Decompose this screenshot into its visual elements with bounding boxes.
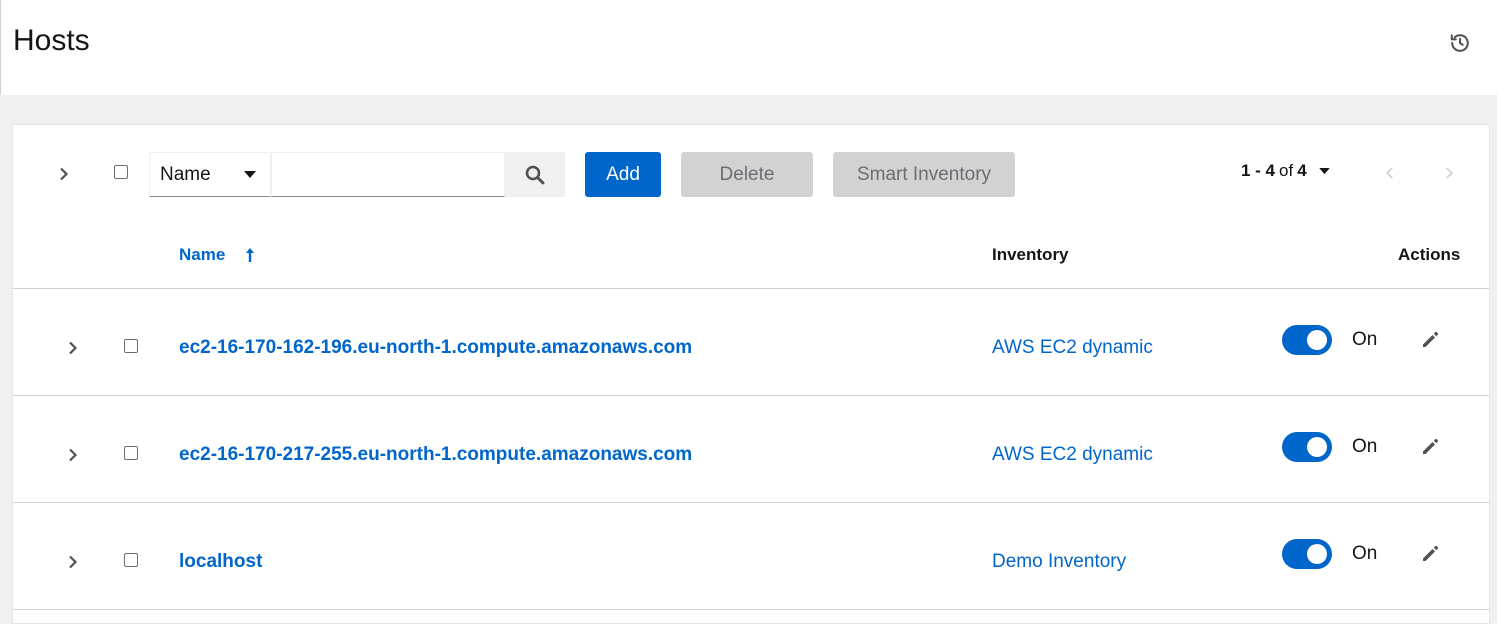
row-divider	[13, 609, 1489, 610]
chevron-left-icon	[1385, 167, 1393, 179]
table-row: ec2-16-170-162-196.eu-north-1.compute.am…	[13, 289, 1489, 395]
inventory-link[interactable]: Demo Inventory	[992, 551, 1126, 573]
toggle-knob	[1307, 437, 1327, 457]
table-row: localhost Demo Inventory On	[13, 503, 1489, 609]
pencil-icon	[1423, 438, 1439, 454]
inventory-link[interactable]: AWS EC2 dynamic	[992, 444, 1153, 466]
select-all-checkbox[interactable]	[114, 165, 128, 179]
pagination-total: 4	[1297, 161, 1307, 180]
toggle-label: On	[1352, 329, 1378, 350]
host-name-link[interactable]: ec2-16-170-162-196.eu-north-1.compute.am…	[179, 337, 692, 359]
caret-down-icon	[244, 171, 256, 178]
filter-field-select[interactable]: Name	[149, 152, 271, 197]
host-enabled-toggle[interactable]	[1282, 325, 1332, 355]
pencil-icon	[1423, 331, 1439, 347]
pencil-icon	[1423, 545, 1439, 561]
row-expand-toggle[interactable]	[63, 337, 83, 359]
pagination-of: of	[1279, 161, 1294, 180]
column-header-inventory: Inventory	[992, 245, 1069, 264]
search-icon	[525, 165, 545, 184]
delete-button[interactable]: Delete	[681, 152, 813, 197]
page-header: Hosts	[0, 0, 1497, 95]
sort-ascending-icon	[246, 248, 255, 262]
previous-page-button[interactable]	[1379, 161, 1399, 185]
chevron-right-icon	[69, 448, 78, 462]
history-icon	[1450, 34, 1469, 52]
host-enabled-toggle[interactable]	[1282, 432, 1332, 462]
expand-all-toggle[interactable]	[53, 163, 75, 185]
pagination-range: 1 - 4	[1241, 161, 1276, 180]
page-title: Hosts	[13, 24, 90, 57]
caret-down-icon	[1318, 167, 1330, 174]
search-button[interactable]	[505, 152, 565, 197]
row-checkbox[interactable]	[124, 553, 138, 567]
row-checkbox[interactable]	[124, 339, 138, 353]
hosts-list-card: Name Add Delete Smart Inventory 1 - 4 of…	[12, 124, 1490, 624]
pagination-menu-toggle[interactable]: 1 - 4 of 4	[1241, 161, 1330, 181]
toggle-label: On	[1352, 436, 1378, 457]
toggle-knob	[1307, 544, 1327, 564]
edit-host-button[interactable]	[1417, 435, 1443, 459]
smart-inventory-button[interactable]: Smart Inventory	[833, 152, 1015, 197]
chevron-right-icon	[1445, 167, 1453, 179]
column-header-actions: Actions	[1398, 245, 1461, 264]
edit-host-button[interactable]	[1417, 328, 1443, 352]
chevron-right-icon	[69, 341, 78, 355]
chevron-right-icon	[60, 167, 69, 181]
host-enabled-toggle[interactable]	[1282, 539, 1332, 569]
column-header-name-label: Name	[179, 245, 226, 264]
inventory-link[interactable]: AWS EC2 dynamic	[992, 337, 1153, 359]
row-checkbox[interactable]	[124, 446, 138, 460]
row-expand-toggle[interactable]	[63, 551, 83, 573]
filter-field-label: Name	[160, 163, 211, 185]
column-header-name[interactable]: Name	[179, 245, 255, 265]
host-name-link[interactable]: ec2-16-170-217-255.eu-north-1.compute.am…	[179, 444, 692, 466]
toggle-label: On	[1352, 543, 1378, 564]
host-name-link[interactable]: localhost	[179, 551, 262, 573]
add-button[interactable]: Add	[585, 152, 661, 197]
search-input[interactable]	[271, 152, 505, 197]
edit-host-button[interactable]	[1417, 542, 1443, 566]
toggle-knob	[1307, 330, 1327, 350]
table-row: ec2-16-170-217-255.eu-north-1.compute.am…	[13, 396, 1489, 502]
row-expand-toggle[interactable]	[63, 444, 83, 466]
next-page-button[interactable]	[1439, 161, 1459, 185]
activity-history-button[interactable]	[1447, 30, 1473, 56]
chevron-right-icon	[69, 555, 78, 569]
